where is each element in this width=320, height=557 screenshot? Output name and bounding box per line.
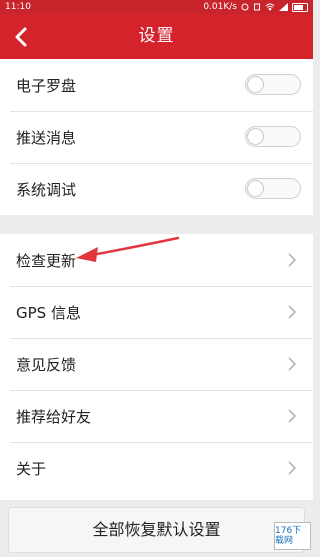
status-time: 11:10 xyxy=(5,2,31,12)
push-toggle[interactable] xyxy=(245,126,301,147)
menu-item-label: 检查更新 xyxy=(16,251,77,270)
alarm-icon xyxy=(241,3,249,11)
watermark-text: 176下载网 xyxy=(275,526,302,546)
menu-item-label: GPS 信息 xyxy=(16,303,81,322)
status-indicators: 0.01K/s xyxy=(203,2,308,12)
setting-row-debug: 系统调试 xyxy=(0,163,313,215)
watermark-logo: 176下载网 xyxy=(274,522,311,550)
menu-item-about[interactable]: 关于 xyxy=(0,442,313,494)
toggle-knob xyxy=(247,76,264,93)
setting-label: 推送消息 xyxy=(16,128,77,147)
chevron-right-icon xyxy=(288,253,297,267)
sim-icon xyxy=(254,3,260,11)
signal-icon xyxy=(279,3,288,11)
chevron-right-icon xyxy=(288,305,297,319)
chevron-right-icon xyxy=(288,409,297,423)
battery-icon xyxy=(292,2,308,12)
back-button[interactable] xyxy=(6,20,36,53)
status-bar: 11:10 0.01K/s xyxy=(0,0,313,14)
setting-row-push: 推送消息 xyxy=(0,111,313,163)
toggle-knob xyxy=(247,180,264,197)
page-title: 设置 xyxy=(138,26,175,46)
debug-toggle[interactable] xyxy=(245,178,301,199)
title-bar: 设置 xyxy=(0,14,313,59)
menu-item-label: 意见反馈 xyxy=(16,355,77,374)
nav-settings-group: 检查更新 GPS 信息 意见反馈 推荐给好友 关于 xyxy=(0,234,313,500)
menu-item-gps-info[interactable]: GPS 信息 xyxy=(0,286,313,338)
chevron-left-icon xyxy=(15,27,27,46)
menu-item-check-update[interactable]: 检查更新 xyxy=(0,234,313,286)
menu-item-feedback[interactable]: 意见反馈 xyxy=(0,338,313,390)
chevron-right-icon xyxy=(288,461,297,475)
compass-toggle[interactable] xyxy=(245,74,301,95)
menu-item-recommend[interactable]: 推荐给好友 xyxy=(0,390,313,442)
toggle-settings-group: 电子罗盘 推送消息 系统调试 xyxy=(0,59,313,215)
setting-label: 电子罗盘 xyxy=(16,76,77,95)
toggle-knob xyxy=(247,128,264,145)
setting-row-compass: 电子罗盘 xyxy=(0,59,313,111)
network-speed: 0.01K/s xyxy=(203,2,237,12)
reset-defaults-button[interactable]: 全部恢复默认设置 xyxy=(8,507,305,553)
menu-item-label: 推荐给好友 xyxy=(16,407,92,426)
setting-label: 系统调试 xyxy=(16,180,77,199)
menu-item-label: 关于 xyxy=(16,459,47,478)
chevron-right-icon xyxy=(288,357,297,371)
wifi-icon xyxy=(265,3,275,11)
